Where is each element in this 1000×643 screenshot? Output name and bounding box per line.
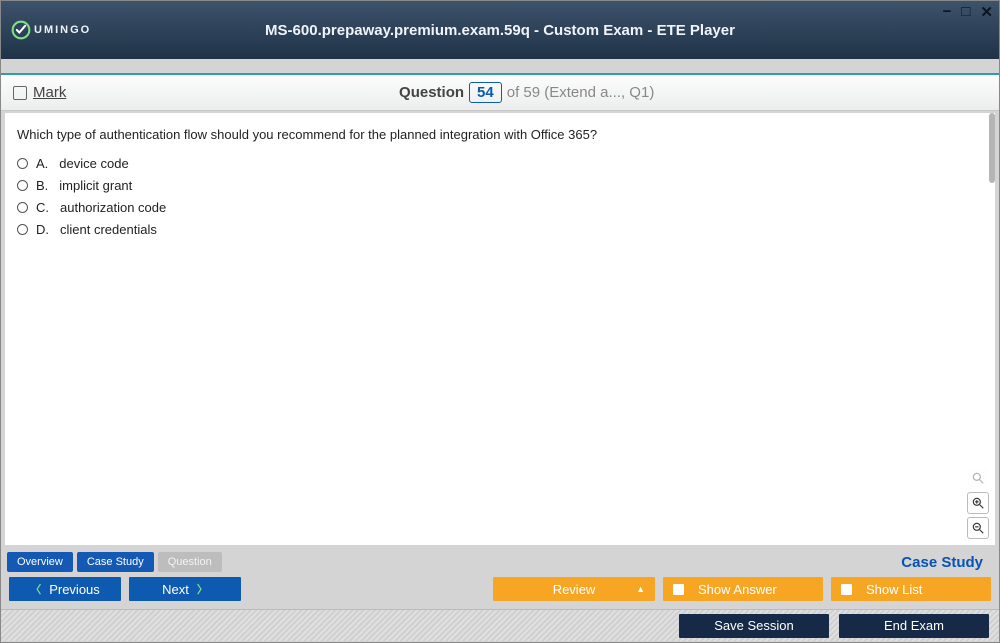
window-title: MS-600.prepaway.premium.exam.59q - Custo…	[1, 22, 999, 39]
chevron-right-icon: 〉	[197, 581, 208, 597]
checkbox-icon[interactable]	[673, 584, 684, 595]
option-b[interactable]: B. implicit grant	[17, 178, 983, 193]
option-letter: A.	[36, 156, 48, 171]
review-button[interactable]: Review ▲	[493, 577, 655, 601]
maximize-icon[interactable]: □	[961, 3, 970, 21]
radio-icon[interactable]	[17, 180, 28, 191]
window-controls: − □ ✕	[943, 3, 993, 21]
previous-button[interactable]: 〈 Previous	[9, 577, 121, 601]
button-label: Next	[162, 582, 189, 597]
question-number: 54	[469, 82, 502, 103]
mark-checkbox[interactable]	[13, 86, 27, 100]
option-letter: C.	[36, 200, 49, 215]
button-label: Previous	[49, 582, 100, 597]
option-d[interactable]: D. client credentials	[17, 222, 983, 237]
radio-icon[interactable]	[17, 224, 28, 235]
search-icon[interactable]	[967, 467, 989, 489]
logo-check-icon	[11, 20, 31, 40]
option-text: client credentials	[60, 222, 157, 237]
radio-icon[interactable]	[17, 202, 28, 213]
checkbox-icon[interactable]	[841, 584, 852, 595]
option-text: device code	[59, 156, 128, 171]
next-button[interactable]: Next 〉	[129, 577, 241, 601]
option-a[interactable]: A. device code	[17, 156, 983, 171]
zoom-out-icon[interactable]	[967, 517, 989, 539]
button-label: Show List	[866, 582, 922, 597]
tab-row: Overview Case Study Question Case Study	[1, 549, 999, 575]
option-letter: B.	[36, 178, 48, 193]
end-exam-button[interactable]: End Exam	[839, 614, 989, 638]
option-c[interactable]: C. authorization code	[17, 200, 983, 215]
option-text: implicit grant	[59, 178, 132, 193]
triangle-up-icon: ▲	[636, 584, 645, 594]
show-answer-button[interactable]: Show Answer	[663, 577, 823, 601]
button-label: Review	[553, 582, 596, 597]
bottom-bar: Save Session End Exam	[1, 609, 999, 641]
option-text: authorization code	[60, 200, 166, 215]
scrollbar[interactable]	[989, 113, 995, 183]
close-icon[interactable]: ✕	[980, 3, 993, 21]
radio-icon[interactable]	[17, 158, 28, 169]
button-label: Show Answer	[698, 582, 777, 597]
option-letter: D.	[36, 222, 49, 237]
tab-case-study[interactable]: Case Study	[77, 552, 154, 572]
logo-text: UMINGO	[34, 24, 91, 36]
content-area: Which type of authentication flow should…	[5, 113, 995, 545]
question-label: Question	[399, 84, 464, 101]
zoom-tools	[967, 467, 989, 539]
save-session-button[interactable]: Save Session	[679, 614, 829, 638]
show-list-button[interactable]: Show List	[831, 577, 991, 601]
tab-question[interactable]: Question	[158, 552, 222, 572]
question-text: Which type of authentication flow should…	[17, 127, 983, 142]
chevron-left-icon: 〈	[30, 581, 41, 597]
minimize-icon[interactable]: −	[943, 3, 952, 21]
title-bar: UMINGO MS-600.prepaway.premium.exam.59q …	[1, 1, 999, 59]
question-counter: Question 54 of 59 (Extend a..., Q1)	[66, 82, 987, 103]
options-list: A. device code B. implicit grant C. auth…	[17, 156, 983, 237]
zoom-in-icon[interactable]	[967, 492, 989, 514]
mark-label[interactable]: Mark	[33, 84, 66, 101]
question-header: Mark Question 54 of 59 (Extend a..., Q1)	[1, 75, 999, 111]
question-of: of 59 (Extend a..., Q1)	[507, 84, 655, 101]
logo: UMINGO	[11, 20, 91, 40]
case-study-label: Case Study	[901, 554, 993, 571]
tab-overview[interactable]: Overview	[7, 552, 73, 572]
nav-row: 〈 Previous Next 〉 Review ▲ Show Answer S…	[1, 575, 999, 603]
